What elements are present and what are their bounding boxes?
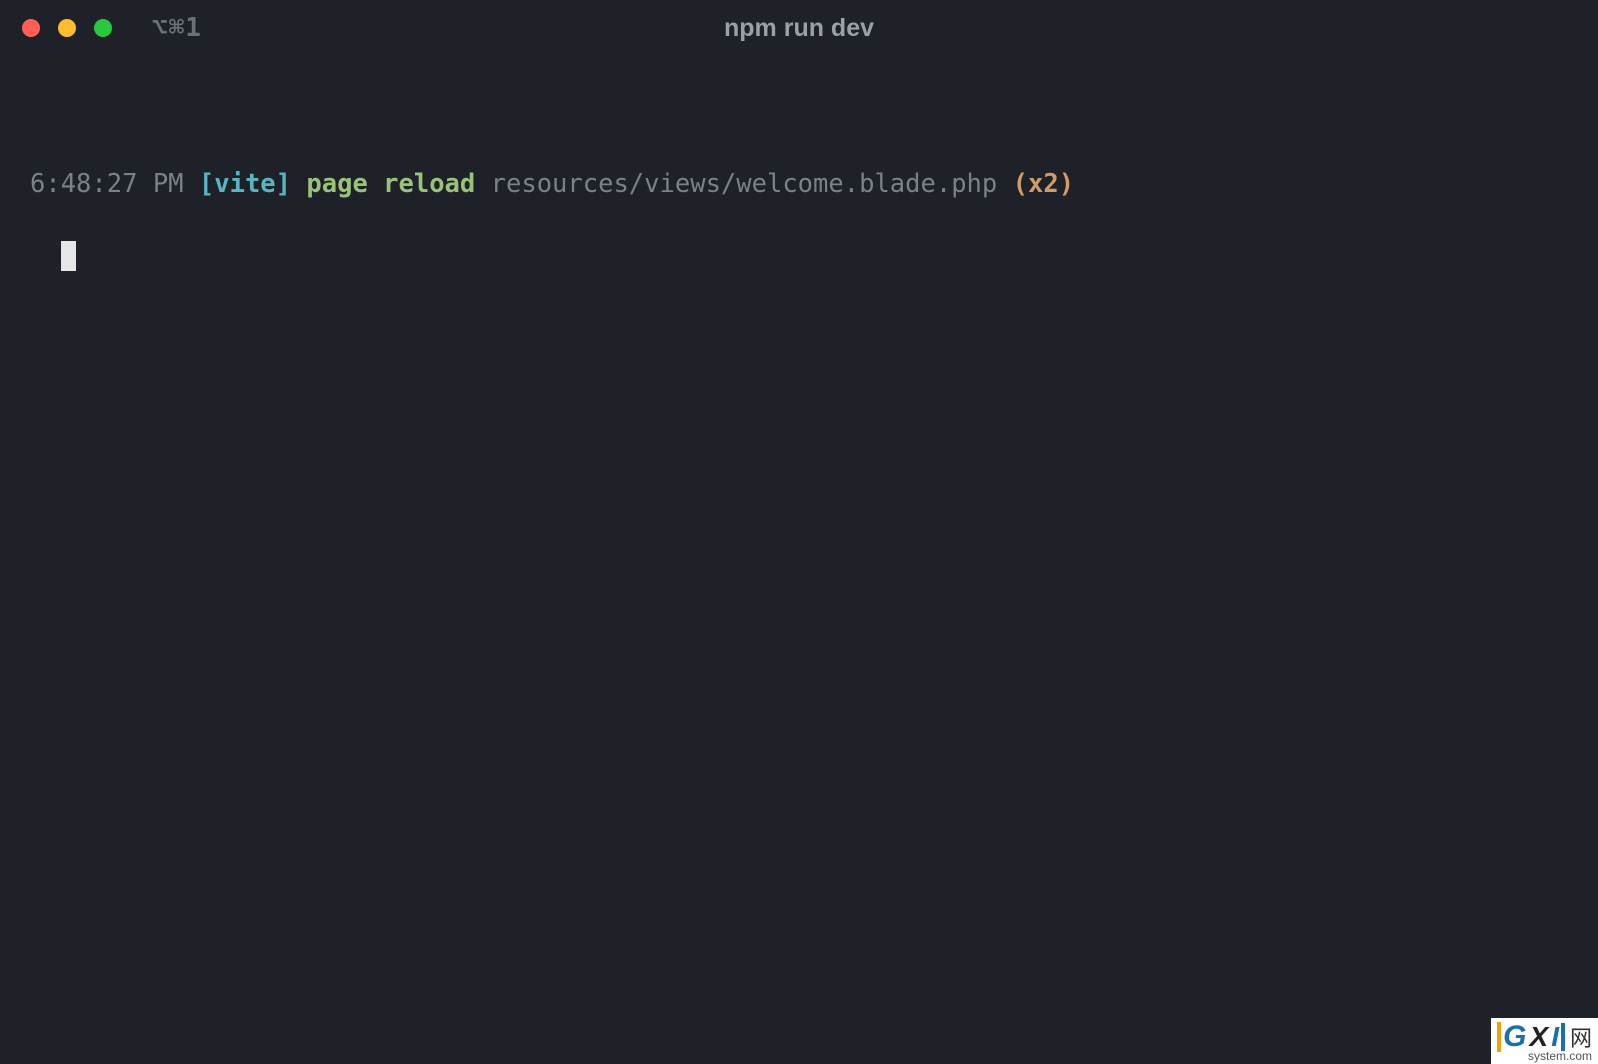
terminal-output[interactable]: 6:48:27 PM [vite] page reload resources/…: [0, 56, 1598, 274]
traffic-lights: [22, 19, 112, 37]
terminal-cursor: [61, 241, 76, 271]
watermark-letter-g: G: [1497, 1022, 1526, 1052]
maximize-button[interactable]: [94, 19, 112, 37]
log-tag-name: vite: [214, 169, 275, 199]
minimize-button[interactable]: [58, 19, 76, 37]
log-tag-open: [: [199, 169, 214, 199]
window-title: npm run dev: [724, 14, 874, 43]
log-line: 6:48:27 PM [vite] page reload resources/…: [30, 167, 1568, 203]
watermark-cn: 网: [1570, 1028, 1592, 1050]
log-count: (x2): [1013, 169, 1074, 199]
watermark: G X I 网 system.com: [1491, 1018, 1598, 1064]
watermark-letter-i: I: [1551, 1023, 1565, 1051]
window-shortcut-label: ⌥⌘1: [152, 13, 202, 43]
log-message: page reload: [306, 169, 475, 199]
log-path: resources/views/welcome.blade.php: [491, 169, 998, 199]
watermark-letter-x: X: [1530, 1023, 1549, 1051]
window-titlebar: ⌥⌘1 npm run dev: [0, 0, 1598, 56]
log-tag-close: ]: [276, 169, 291, 199]
log-timestamp: 6:48:27 PM: [30, 169, 184, 199]
close-button[interactable]: [22, 19, 40, 37]
